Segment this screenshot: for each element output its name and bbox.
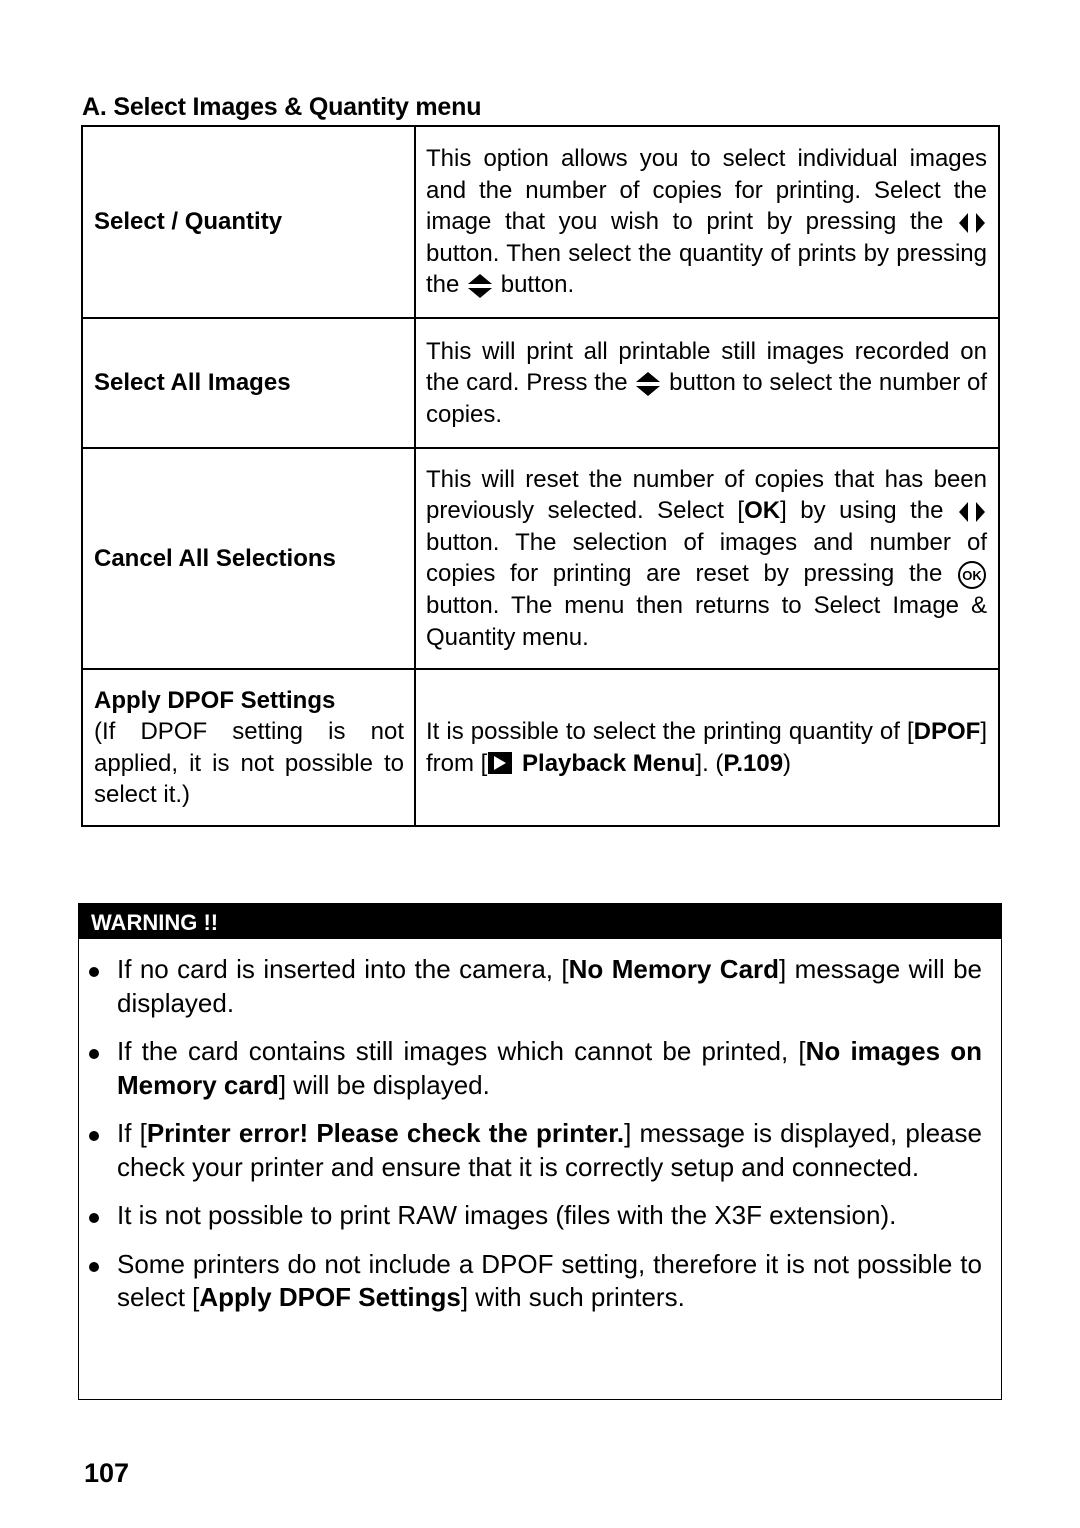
bullet-icon xyxy=(89,1131,99,1141)
option-label-cell: Select / Quantity xyxy=(81,125,416,319)
option-label-cell: Cancel All Selections xyxy=(81,447,416,670)
section-title: A. Select Images & Quantity menu xyxy=(82,93,482,121)
option-note: (If DPOF setting is not applied, it is n… xyxy=(94,718,404,808)
bullet-icon xyxy=(89,1261,99,1272)
option-label-cell: Apply DPOF Settings (If DPOF setting is … xyxy=(81,668,416,827)
option-description: It is possible to select the printing qu… xyxy=(414,668,1000,827)
page-number: 107 xyxy=(84,1458,130,1488)
warning-header: WARNING !! xyxy=(79,904,1001,939)
warning-item: If no card is inserted into the camera, … xyxy=(89,953,982,1020)
warning-item: Some printers do not include a DPOF sett… xyxy=(89,1248,982,1315)
warning-item: It is not possible to print RAW images (… xyxy=(89,1199,982,1233)
option-name: Apply DPOF Settings xyxy=(94,686,336,714)
option-description: This will reset the number of copies tha… xyxy=(414,447,1000,670)
bullet-icon xyxy=(89,967,99,977)
warning-box: WARNING !! If no card is inserted into t… xyxy=(78,903,1002,1400)
menu-options-table: Select / Quantity This option allows you… xyxy=(81,125,1000,827)
up-down-arrow-icon xyxy=(466,272,494,300)
left-right-arrow-icon xyxy=(957,211,987,235)
table-row: Select / Quantity This option allows you… xyxy=(81,125,1000,319)
ok-button-icon: OK xyxy=(957,560,987,590)
option-label-cell: Select All Images xyxy=(81,317,416,449)
warning-item: If [Printer error! Please check the prin… xyxy=(89,1117,982,1184)
option-name: Select All Images xyxy=(94,369,291,397)
option-description: This will print all printable still imag… xyxy=(414,317,1000,449)
bullet-icon xyxy=(89,1049,99,1059)
option-name: Cancel All Selections xyxy=(94,544,336,572)
warning-item: If the card contains still images which … xyxy=(89,1035,982,1102)
svg-text:OK: OK xyxy=(962,568,982,583)
left-right-arrow-icon xyxy=(957,500,987,524)
option-name: Select / Quantity xyxy=(94,208,283,236)
table-row: Cancel All Selections This will reset th… xyxy=(81,447,1000,670)
playback-icon xyxy=(487,752,515,776)
up-down-arrow-icon xyxy=(634,370,662,398)
warning-list: If no card is inserted into the camera, … xyxy=(79,939,1001,1315)
table-row: Select All Images This will print all pr… xyxy=(81,317,1000,449)
bullet-icon xyxy=(89,1213,99,1223)
table-row: Apply DPOF Settings (If DPOF setting is … xyxy=(81,668,1000,827)
option-description: This option allows you to select individ… xyxy=(414,125,1000,319)
